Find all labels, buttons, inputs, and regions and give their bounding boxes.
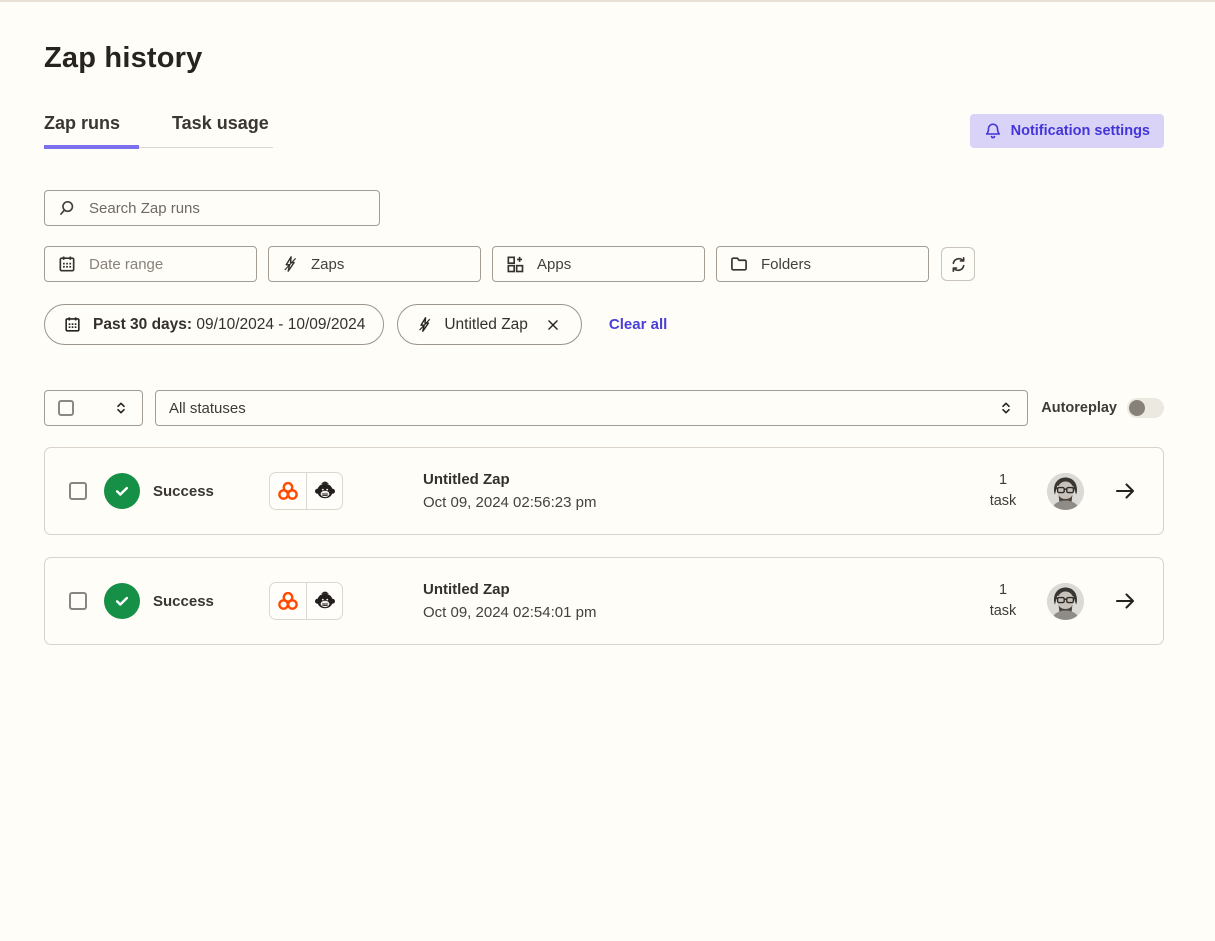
zap-run-timestamp: Oct 09, 2024 02:56:23 pm (423, 494, 980, 511)
zap-run-row[interactable]: Success (44, 447, 1164, 535)
active-filters-row: Past 30 days: 09/10/2024 - 10/09/2024 Un… (44, 304, 1164, 345)
search-input[interactable] (87, 199, 367, 218)
chevron-up-down-icon (998, 400, 1014, 416)
mailchimp-app-icon (306, 473, 342, 509)
autoreplay-label: Autoreplay (1041, 400, 1117, 416)
zap-filter-chip-label: Untitled Zap (444, 316, 528, 334)
bolt-icon (416, 316, 433, 333)
page-title: Zap history (44, 42, 1164, 75)
row-checkbox[interactable] (69, 482, 87, 500)
toggle-knob (1129, 400, 1145, 416)
zap-info: Untitled Zap Oct 09, 2024 02:56:23 pm (423, 471, 980, 511)
user-avatar (1047, 473, 1084, 510)
zap-runs-list: Success (44, 447, 1164, 645)
bolt-icon (281, 255, 299, 273)
task-count-value: 1 (980, 580, 1026, 601)
select-all-sort-control[interactable] (44, 390, 143, 426)
tab-zap-runs[interactable]: Zap runs (44, 113, 139, 149)
autoreplay-control: Autoreplay (1041, 398, 1164, 418)
task-count-label: task (980, 601, 1026, 622)
webhooks-app-icon (270, 583, 306, 619)
notification-settings-button[interactable]: Notification settings (970, 114, 1164, 148)
app-icons (269, 472, 343, 510)
apps-grid-icon (505, 254, 525, 274)
success-status-icon (104, 473, 140, 509)
tab-task-usage[interactable]: Task usage (172, 113, 273, 149)
task-count: 1 task (980, 580, 1026, 622)
autoreplay-toggle[interactable] (1127, 398, 1164, 418)
refresh-icon (949, 255, 968, 274)
date-range-chip-label: Past 30 days: 09/10/2024 - 10/09/2024 (93, 316, 365, 334)
date-range-chip[interactable]: Past 30 days: 09/10/2024 - 10/09/2024 (44, 304, 384, 345)
zap-filter-chip[interactable]: Untitled Zap (397, 304, 582, 345)
status-label: Success (153, 483, 261, 500)
filter-row: Date range Zaps Apps (44, 246, 1164, 282)
select-all-checkbox[interactable] (58, 400, 74, 416)
remove-zap-filter-button[interactable] (543, 315, 563, 335)
arrow-right-icon[interactable] (1113, 589, 1137, 613)
arrow-right-icon[interactable] (1113, 479, 1137, 503)
task-count: 1 task (980, 470, 1026, 512)
bell-icon (984, 122, 1002, 140)
calendar-icon (57, 254, 77, 274)
zap-run-timestamp: Oct 09, 2024 02:54:01 pm (423, 604, 980, 621)
success-status-icon (104, 583, 140, 619)
list-controls-row: All statuses Autoreplay (44, 390, 1164, 426)
zap-name: Untitled Zap (423, 581, 980, 598)
folders-filter-button[interactable]: Folders (716, 246, 929, 282)
row-checkbox[interactable] (69, 592, 87, 610)
status-filter-value: All statuses (169, 400, 246, 417)
zap-run-row[interactable]: Success (44, 557, 1164, 645)
task-count-value: 1 (980, 470, 1026, 491)
search-icon (57, 199, 76, 218)
search-box (44, 190, 380, 226)
task-count-label: task (980, 491, 1026, 512)
zap-name: Untitled Zap (423, 471, 980, 488)
clear-all-link[interactable]: Clear all (609, 316, 667, 333)
close-icon (546, 318, 560, 332)
zap-info: Untitled Zap Oct 09, 2024 02:54:01 pm (423, 581, 980, 621)
status-filter-select[interactable]: All statuses (155, 390, 1028, 426)
app-icons (269, 582, 343, 620)
apps-filter-button[interactable]: Apps (492, 246, 705, 282)
webhooks-app-icon (270, 473, 306, 509)
zaps-filter-button[interactable]: Zaps (268, 246, 481, 282)
sort-chevrons-icon (113, 400, 129, 416)
calendar-icon (63, 315, 82, 334)
refresh-button[interactable] (941, 247, 975, 281)
status-label: Success (153, 593, 261, 610)
mailchimp-app-icon (306, 583, 342, 619)
user-avatar (1047, 583, 1084, 620)
date-range-filter-button[interactable]: Date range (44, 246, 257, 282)
folder-icon (729, 254, 749, 274)
tabs-row: Zap runs Task usage Notification setting… (44, 113, 1164, 148)
tab-bar: Zap runs Task usage (44, 113, 273, 148)
